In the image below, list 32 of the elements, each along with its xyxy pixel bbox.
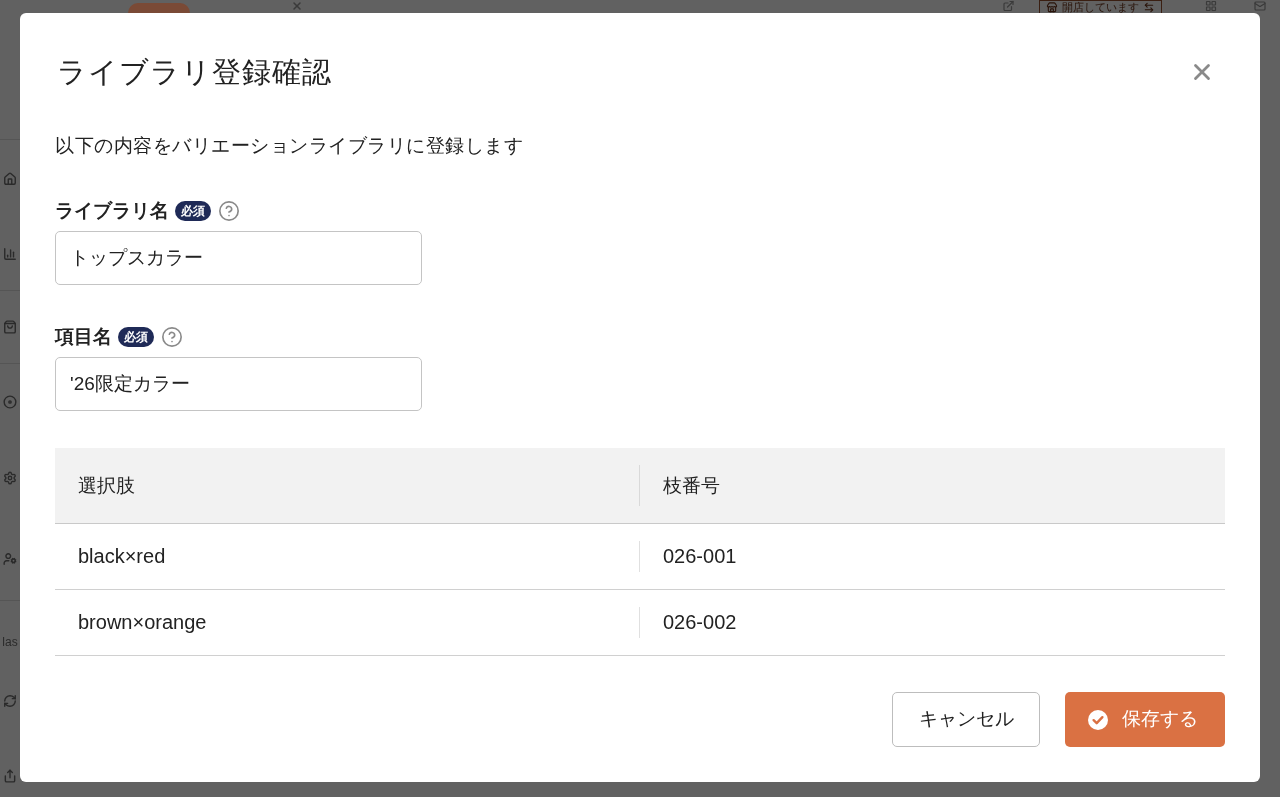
required-badge: 必須 bbox=[175, 201, 211, 221]
help-icon[interactable] bbox=[218, 200, 240, 222]
column-header: 選択肢 bbox=[78, 474, 135, 496]
column-header: 枝番号 bbox=[663, 474, 720, 496]
cancel-button[interactable]: キャンセル bbox=[892, 692, 1040, 747]
swap-icon bbox=[1143, 1, 1155, 13]
cell-text: brown×orange bbox=[78, 611, 207, 633]
gear-icon[interactable] bbox=[3, 471, 17, 485]
close-icon[interactable] bbox=[290, 0, 304, 12]
user-gear-icon[interactable] bbox=[3, 551, 17, 566]
home-icon[interactable] bbox=[3, 172, 17, 186]
text-field[interactable]: '26限定カラー bbox=[55, 357, 422, 411]
grid-icon[interactable] bbox=[1204, 0, 1218, 12]
bag-icon[interactable] bbox=[3, 320, 17, 334]
bar-chart-icon[interactable] bbox=[3, 247, 17, 261]
store-icon bbox=[1046, 1, 1058, 13]
check-circle-icon bbox=[1088, 709, 1108, 730]
dialog-description: 以下の内容をバリエーションライブラリに登録します bbox=[55, 134, 524, 158]
text-field[interactable]: トップスカラー bbox=[55, 231, 422, 285]
field-label: 項目名 bbox=[55, 325, 112, 349]
help-icon[interactable] bbox=[161, 326, 183, 348]
share-icon[interactable] bbox=[3, 769, 17, 783]
disc-icon[interactable] bbox=[3, 394, 17, 409]
cell-text: 026-002 bbox=[663, 611, 737, 633]
cell-text: black×red bbox=[78, 545, 166, 567]
field-label: ライブラリ名 bbox=[55, 199, 169, 223]
dialog-title: ライブラリ登録確認 bbox=[57, 55, 332, 90]
refresh-icon[interactable] bbox=[3, 694, 17, 708]
external-link-icon[interactable] bbox=[1002, 0, 1015, 12]
required-badge: 必須 bbox=[118, 327, 154, 347]
cell-text: 026-001 bbox=[663, 545, 737, 567]
mail-icon[interactable] bbox=[1252, 0, 1268, 12]
